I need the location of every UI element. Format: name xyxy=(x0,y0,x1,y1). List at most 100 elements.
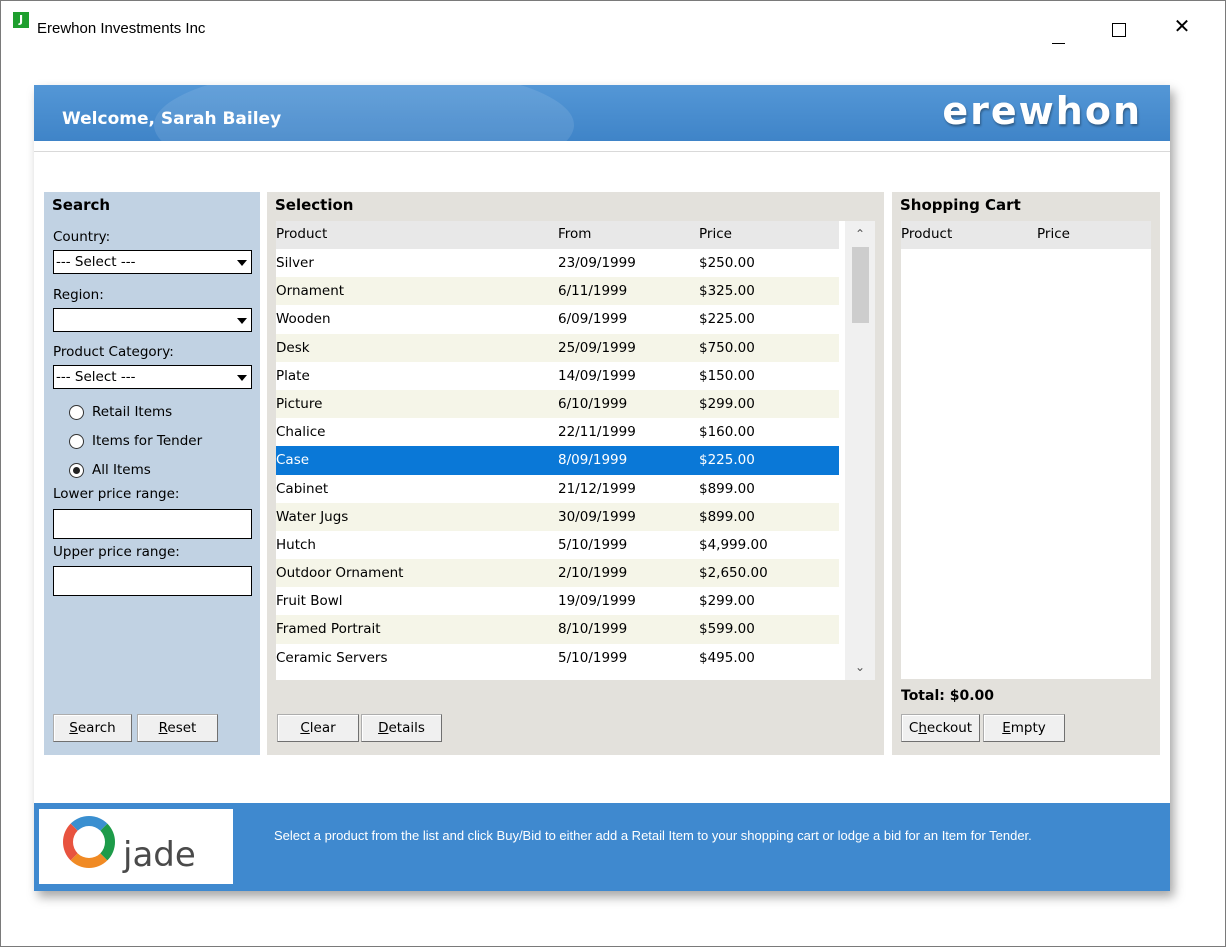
chevron-down-icon xyxy=(237,375,247,381)
column-header-from[interactable]: From xyxy=(558,226,591,242)
radio-label: All Items xyxy=(92,462,151,478)
cell-from: 2/10/1999 xyxy=(558,565,628,582)
table-row[interactable]: Water Jugs 30/09/1999 $899.00 xyxy=(276,502,839,531)
table-row[interactable]: Plate 14/09/1999 $150.00 xyxy=(276,361,839,390)
cart-total: Total: $0.00 xyxy=(901,688,995,704)
radio-label: Retail Items xyxy=(92,404,173,420)
column-header-product[interactable]: Product xyxy=(276,226,327,242)
cell-from: 23/09/1999 xyxy=(558,255,636,271)
table-row[interactable]: Framed Portrait 8/10/1999 $599.00 xyxy=(276,615,839,644)
cell-product: Fruit Bowl xyxy=(276,593,343,610)
cell-from: 6/11/1999 xyxy=(558,283,628,300)
cell-price: $225.00 xyxy=(699,452,755,469)
title-bar[interactable]: J Erewhon Investments Inc ✕ xyxy=(1,1,1225,44)
cell-price: $299.00 xyxy=(699,593,755,610)
cart-list-header: Product Price xyxy=(901,221,1151,249)
column-header-price[interactable]: Price xyxy=(699,226,732,242)
cart-list[interactable]: Product Price xyxy=(901,221,1151,679)
table-row[interactable]: Case 8/09/1999 $225.00 xyxy=(276,446,839,475)
maximize-button[interactable] xyxy=(1103,9,1149,39)
scroll-up-icon[interactable]: ⌃ xyxy=(845,221,875,247)
chevron-down-icon xyxy=(237,260,247,266)
cell-product: Water Jugs xyxy=(276,508,349,525)
cell-price: $495.00 xyxy=(699,649,755,666)
lower-price-input[interactable] xyxy=(53,509,252,539)
selection-panel: Selection Product From Price Silver 23/09… xyxy=(267,192,884,755)
list-rows: Silver 23/09/1999 $250.00 Ornament 6/11/1999… xyxy=(276,249,839,672)
cell-price: $899.00 xyxy=(699,480,755,497)
cell-product: Picture xyxy=(276,395,323,412)
country-select[interactable]: --- Select --- xyxy=(53,250,252,274)
cell-price: $899.00 xyxy=(699,508,755,525)
cart-title: Shopping Cart xyxy=(900,196,1021,214)
cell-from: 6/09/1999 xyxy=(558,311,628,328)
upper-price-input[interactable] xyxy=(53,566,252,596)
minimize-button[interactable] xyxy=(1041,9,1087,44)
radio-circle[interactable] xyxy=(69,434,84,449)
table-row[interactable]: Silver 23/09/1999 $250.00 xyxy=(276,249,839,278)
table-row[interactable]: Desk 25/09/1999 $750.00 xyxy=(276,333,839,362)
column-header-price[interactable]: Price xyxy=(1037,226,1070,242)
cell-product: Wooden xyxy=(276,311,331,328)
selection-title: Selection xyxy=(275,196,354,214)
radio-label: Items for Tender xyxy=(92,433,203,449)
search-button[interactable]: Search xyxy=(53,714,132,742)
radio-circle[interactable] xyxy=(69,405,84,420)
cell-price: $250.00 xyxy=(699,255,755,271)
cell-price: $325.00 xyxy=(699,283,755,300)
cell-from: 6/10/1999 xyxy=(558,395,628,412)
cell-price: $750.00 xyxy=(699,339,755,356)
category-select[interactable]: --- Select --- xyxy=(53,365,252,389)
jade-ring-icon xyxy=(63,816,115,868)
cell-from: 5/10/1999 xyxy=(558,536,628,553)
cell-from: 22/11/1999 xyxy=(558,424,636,441)
reset-button[interactable]: Reset xyxy=(137,714,218,742)
shopping-cart-panel: Shopping Cart Product Price Total: $0.00… xyxy=(892,192,1160,755)
cell-price: $299.00 xyxy=(699,395,755,412)
scroll-down-icon[interactable]: ⌄ xyxy=(845,654,875,680)
welcome-text: Welcome, Sarah Bailey xyxy=(62,109,282,129)
radio-circle[interactable] xyxy=(69,463,84,478)
cell-product: Ornament xyxy=(276,283,345,300)
table-row[interactable]: Hutch 5/10/1999 $4,999.00 xyxy=(276,530,839,560)
cell-price: $225.00 xyxy=(699,311,755,328)
cell-product: Desk xyxy=(276,339,310,356)
cell-product: Chalice xyxy=(276,424,326,441)
column-header-product[interactable]: Product xyxy=(901,226,952,242)
category-label: Product Category: xyxy=(53,344,174,360)
empty-button[interactable]: Empty xyxy=(983,714,1065,742)
cell-from: 8/10/1999 xyxy=(558,621,628,638)
cell-price: $150.00 xyxy=(699,367,755,384)
checkout-button[interactable]: Checkout xyxy=(901,714,980,742)
vertical-scrollbar[interactable]: ⌃ ⌄ xyxy=(845,221,875,680)
table-row[interactable]: Wooden 6/09/1999 $225.00 xyxy=(276,305,839,334)
country-label: Country: xyxy=(53,229,111,245)
scrollbar-thumb[interactable] xyxy=(852,247,869,323)
table-row[interactable]: Cabinet 21/12/1999 $899.00 xyxy=(276,474,839,503)
search-title: Search xyxy=(52,196,111,214)
divider xyxy=(34,151,1170,152)
chevron-down-icon xyxy=(237,318,247,324)
table-row[interactable]: Ornament 6/11/1999 $325.00 xyxy=(276,277,839,306)
cell-from: 14/09/1999 xyxy=(558,367,636,384)
clear-button[interactable]: Clear xyxy=(277,714,359,742)
table-row[interactable]: Ceramic Servers 5/10/1999 $495.00 xyxy=(276,643,839,672)
table-row[interactable]: Picture 6/10/1999 $299.00 xyxy=(276,389,839,419)
details-button[interactable]: Details xyxy=(361,714,442,742)
search-panel: Search Country: --- Select --- Region: P… xyxy=(44,192,260,755)
region-select[interactable] xyxy=(53,308,252,332)
app-content: Welcome, Sarah Bailey erewhon Search Cou… xyxy=(34,85,1170,891)
table-row[interactable]: Chalice 22/11/1999 $160.00 xyxy=(276,418,839,447)
cell-from: 5/10/1999 xyxy=(558,649,628,666)
help-message: Select a product from the list and click… xyxy=(274,828,1032,843)
cell-product: Framed Portrait xyxy=(276,621,381,638)
cell-from: 25/09/1999 xyxy=(558,339,636,356)
cell-from: 19/09/1999 xyxy=(558,593,636,610)
cell-from: 21/12/1999 xyxy=(558,480,636,497)
cell-product: Case xyxy=(276,452,310,469)
cell-product: Outdoor Ornament xyxy=(276,565,404,582)
product-list[interactable]: Product From Price Silver 23/09/1999 $250.… xyxy=(276,221,875,680)
table-row[interactable]: Fruit Bowl 19/09/1999 $299.00 xyxy=(276,587,839,616)
table-row[interactable]: Outdoor Ornament 2/10/1999 $2,650.00 xyxy=(276,559,839,588)
close-button[interactable]: ✕ xyxy=(1159,16,1205,47)
